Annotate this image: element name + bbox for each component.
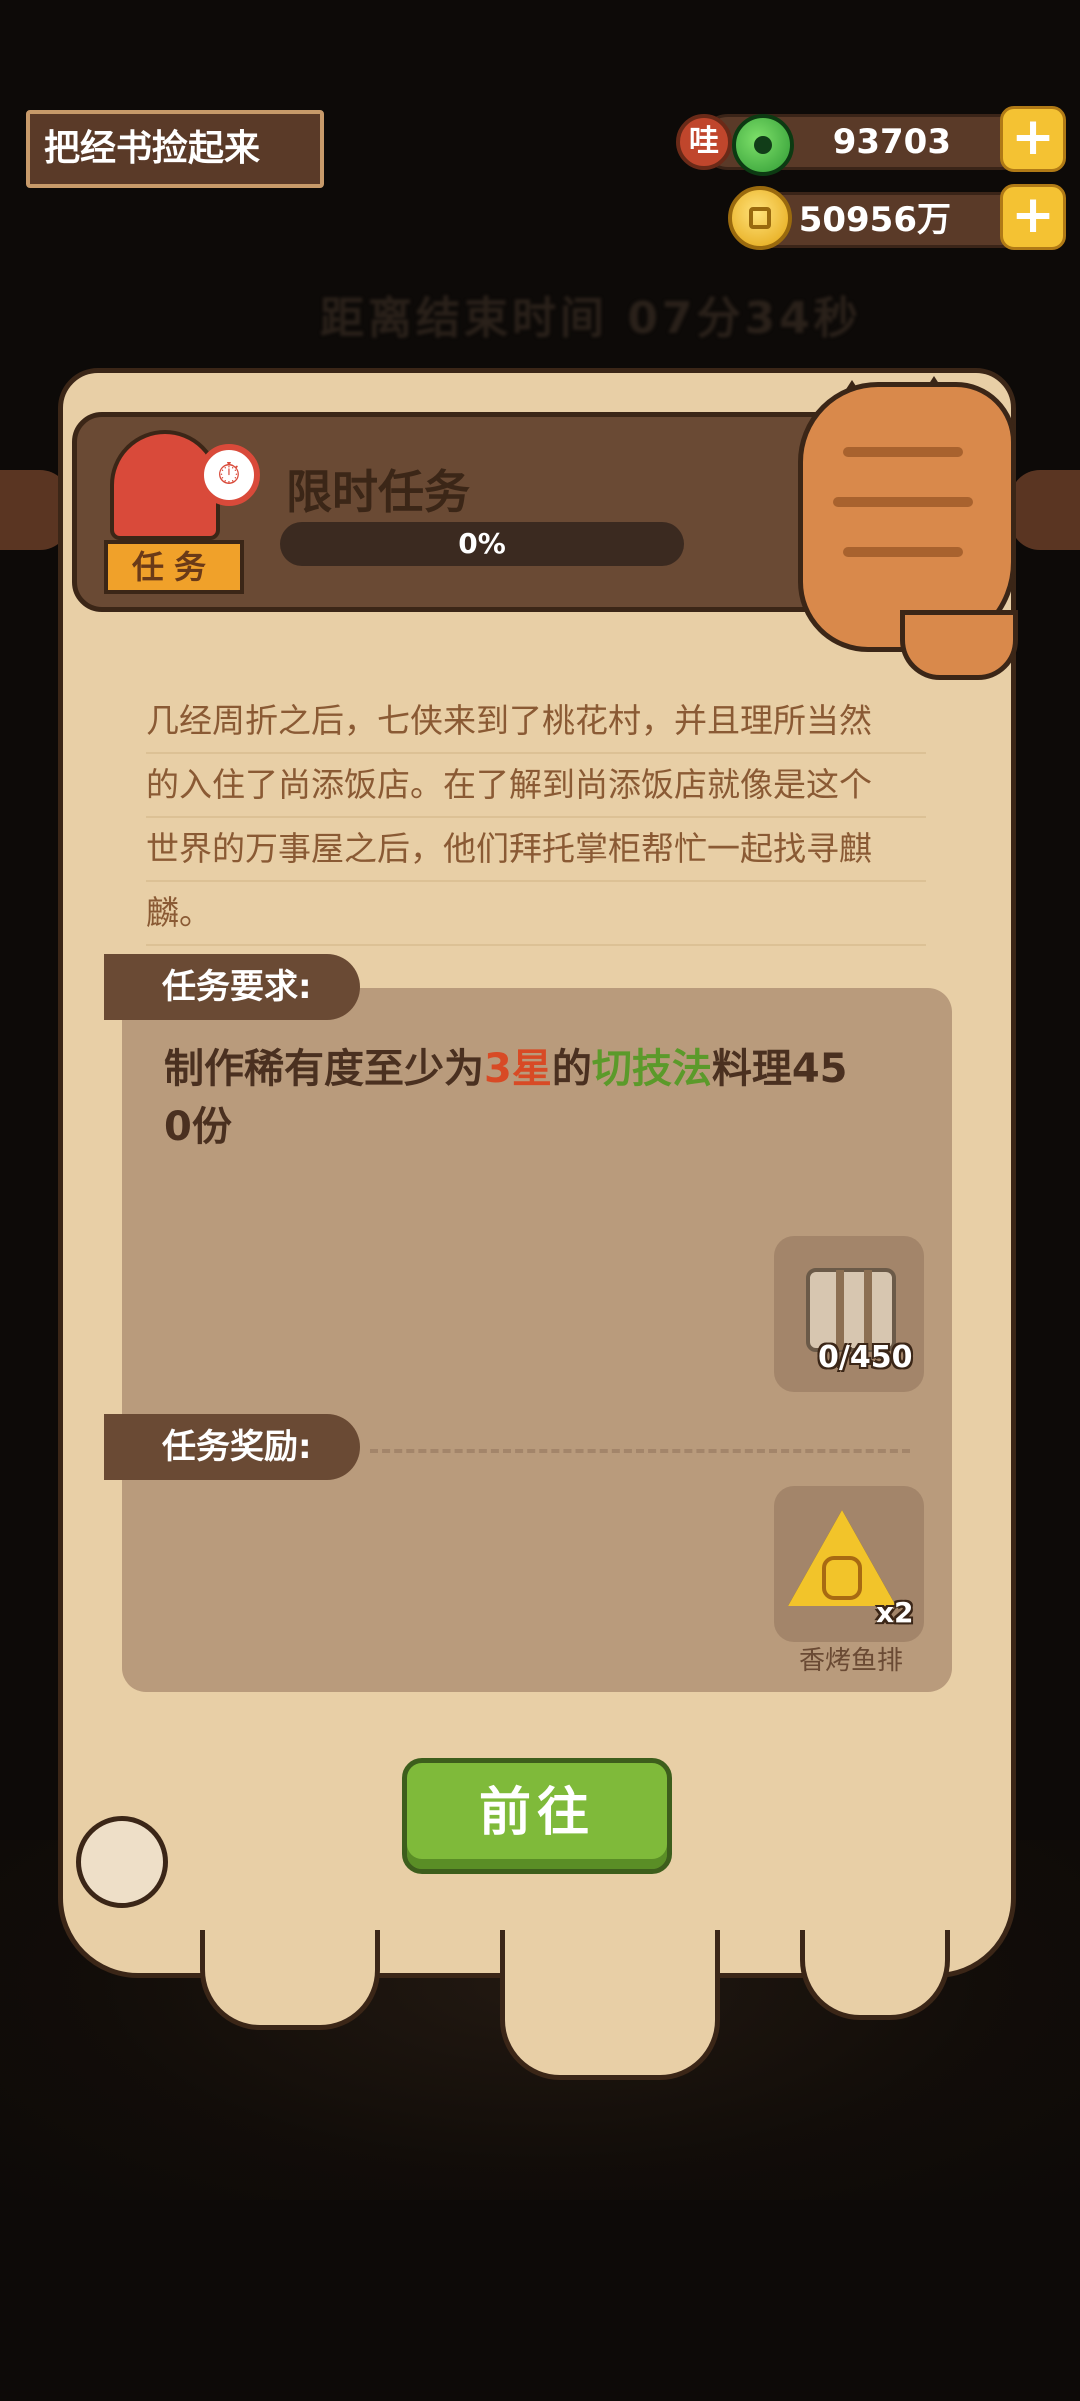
jade-icon bbox=[732, 114, 794, 176]
requirement-part3: 料理45 bbox=[711, 1046, 848, 1092]
cat-stripe bbox=[843, 547, 963, 557]
cat-stripe bbox=[833, 497, 973, 507]
go-button[interactable]: 前往 bbox=[402, 1758, 672, 1874]
background-timer-text: 距离结束时间 07分34秒 bbox=[320, 293, 862, 344]
story-line: 几经周折之后，七侠来到了桃花村，并且理所当然 bbox=[146, 690, 926, 754]
requirement-line2: 0份 bbox=[164, 1104, 232, 1150]
requirement-item-count: 0/450 bbox=[818, 1340, 913, 1375]
scroll-rod-right bbox=[1010, 470, 1080, 550]
task-badge-label: 任务 bbox=[104, 540, 244, 594]
fish-figure bbox=[822, 1556, 862, 1600]
parchment-drip bbox=[200, 1930, 380, 2030]
story-line: 的入住了尚添饭店。在了解到尚添饭店就像是这个 bbox=[146, 754, 926, 818]
scroll-tie bbox=[864, 1270, 872, 1350]
scroll-tie bbox=[836, 1270, 844, 1350]
clock-icon: ⏱ bbox=[198, 444, 260, 506]
cat-tail bbox=[900, 610, 1018, 680]
story-line: 世界的万事屋之后，他们拜托掌柜帮忙一起找寻麒 bbox=[146, 818, 926, 882]
jia-badge-icon: 哇 bbox=[676, 114, 732, 170]
task-progress-bar: 0% bbox=[280, 522, 684, 566]
reward-label: 任务奖励: bbox=[104, 1414, 360, 1480]
requirement-star: 3星 bbox=[484, 1046, 552, 1092]
add-coin-button[interactable]: + bbox=[1000, 184, 1066, 250]
reward-item-count: x2 bbox=[876, 1596, 914, 1629]
parchment-drip bbox=[500, 1930, 720, 2080]
coin-currency-value: 50956万 bbox=[798, 200, 951, 240]
requirement-text: 制作稀有度至少为3星的切技法料理45 0份 bbox=[164, 1040, 904, 1156]
jade-currency-value: 93703 bbox=[832, 122, 951, 162]
reward-divider bbox=[370, 1449, 910, 1453]
parchment-drip bbox=[800, 1930, 950, 2020]
cat-stripe bbox=[843, 447, 963, 457]
task-progress-text: 0% bbox=[458, 527, 506, 560]
reward-item-name: 香烤鱼排 bbox=[798, 1646, 903, 1676]
requirement-label: 任务要求: bbox=[104, 954, 360, 1020]
task-title: 限时任务 bbox=[286, 465, 470, 519]
requirement-part1: 制作稀有度至少为 bbox=[164, 1046, 484, 1092]
story-line: 麟。 bbox=[146, 882, 926, 946]
coin-icon bbox=[728, 186, 792, 250]
jade-hole bbox=[754, 136, 772, 154]
requirement-skill: 切技法 bbox=[591, 1046, 712, 1092]
add-jade-button[interactable]: + bbox=[1000, 106, 1066, 172]
task-badge: ⏱ 任务 bbox=[100, 420, 260, 600]
quest-title-button[interactable]: 把经书捡起来 bbox=[26, 110, 324, 188]
requirement-part2: 的 bbox=[551, 1046, 592, 1092]
coin-hole bbox=[749, 207, 771, 229]
pearl-decoration bbox=[76, 1816, 168, 1908]
task-story: 几经周折之后，七侠来到了桃花村，并且理所当然 的入住了尚添饭店。在了解到尚添饭店… bbox=[146, 690, 926, 946]
